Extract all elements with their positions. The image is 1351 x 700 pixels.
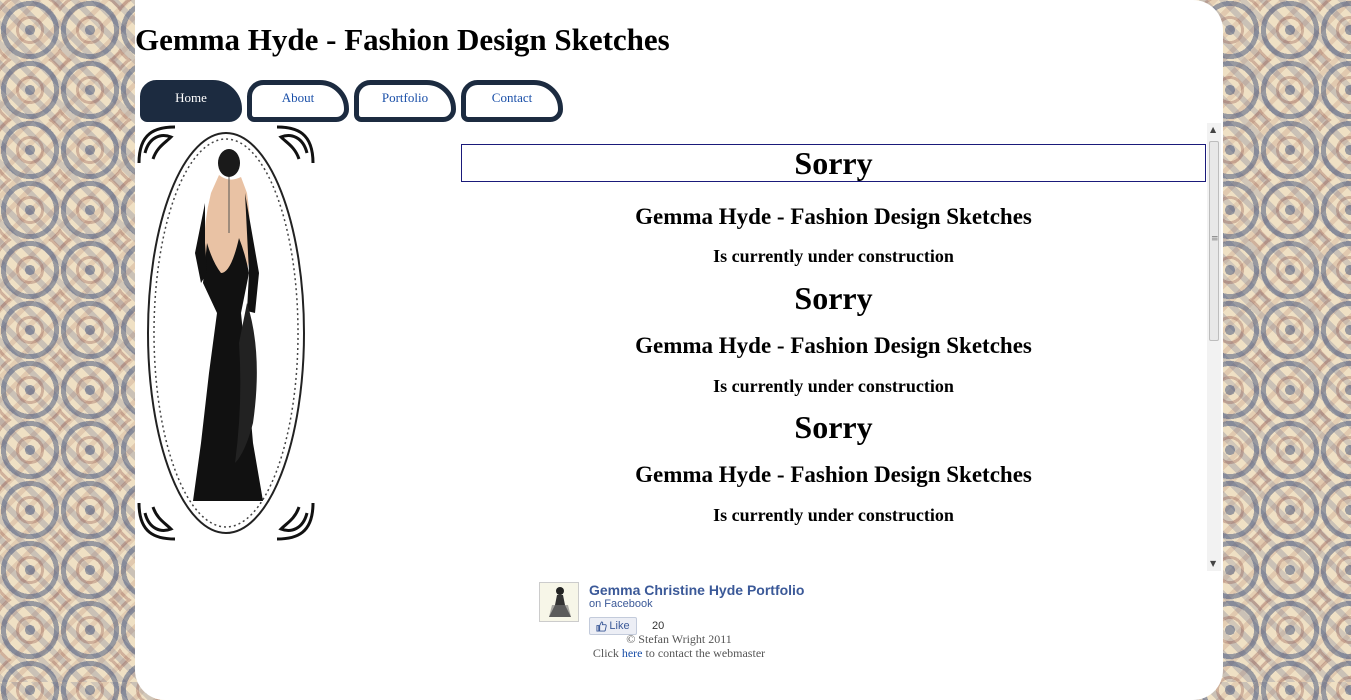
nav-tab-about[interactable]: About [247, 80, 349, 122]
triangle-up-icon[interactable]: ▲ [1210, 125, 1216, 134]
fashion-sketch-image [135, 123, 317, 543]
copyright-text: © Stefan Wright 2011 [626, 632, 732, 646]
subheading: Gemma Hyde - Fashion Design Sketches [635, 333, 1032, 358]
sorry-heading: Sorry [794, 409, 873, 445]
content-scrollbar[interactable]: ▲ ≡ ▼ [1207, 123, 1221, 571]
sorry-heading: Sorry [794, 280, 873, 316]
nav-tab-contact[interactable]: Contact [461, 80, 563, 122]
contact-line: Click here to contact the webmaster [525, 646, 833, 660]
like-label: Like [609, 620, 630, 632]
footer: © Stefan Wright 2011 Click here to conta… [525, 632, 833, 660]
construction-text: Is currently under construction [713, 376, 954, 396]
facebook-page-name[interactable]: Gemma Christine Hyde Portfolio [589, 582, 804, 598]
site-title: Gemma Hyde - Fashion Design Sketches [135, 22, 670, 57]
construction-text: Is currently under construction [713, 505, 954, 525]
subheading: Gemma Hyde - Fashion Design Sketches [635, 204, 1032, 229]
contact-prefix: Click [592, 646, 619, 660]
triangle-down-icon[interactable]: ▼ [1210, 559, 1216, 568]
facebook-page-thumbnail[interactable] [539, 582, 579, 622]
facebook-sub[interactable]: on Facebook [589, 598, 653, 610]
nav-tab-home[interactable]: Home [140, 80, 242, 122]
nav-tab-portfolio[interactable]: Portfolio [354, 80, 456, 122]
subheading: Gemma Hyde - Fashion Design Sketches [635, 462, 1032, 487]
grip-icon: ≡ [1211, 234, 1219, 244]
thumbs-up-icon [596, 620, 608, 632]
scroll-thumb[interactable]: ≡ [1209, 141, 1219, 341]
sorry-heading: Sorry [461, 144, 1206, 182]
contact-suffix: to contact the webmaster [645, 646, 766, 660]
contact-webmaster-link[interactable]: here [622, 646, 643, 660]
construction-text: Is currently under construction [713, 246, 954, 266]
like-count: 20 [652, 620, 665, 632]
page-container: Gemma Hyde - Fashion Design Sketches Hom… [135, 0, 1223, 700]
main-content-frame: Sorry Gemma Hyde - Fashion Design Sketch… [461, 123, 1206, 571]
